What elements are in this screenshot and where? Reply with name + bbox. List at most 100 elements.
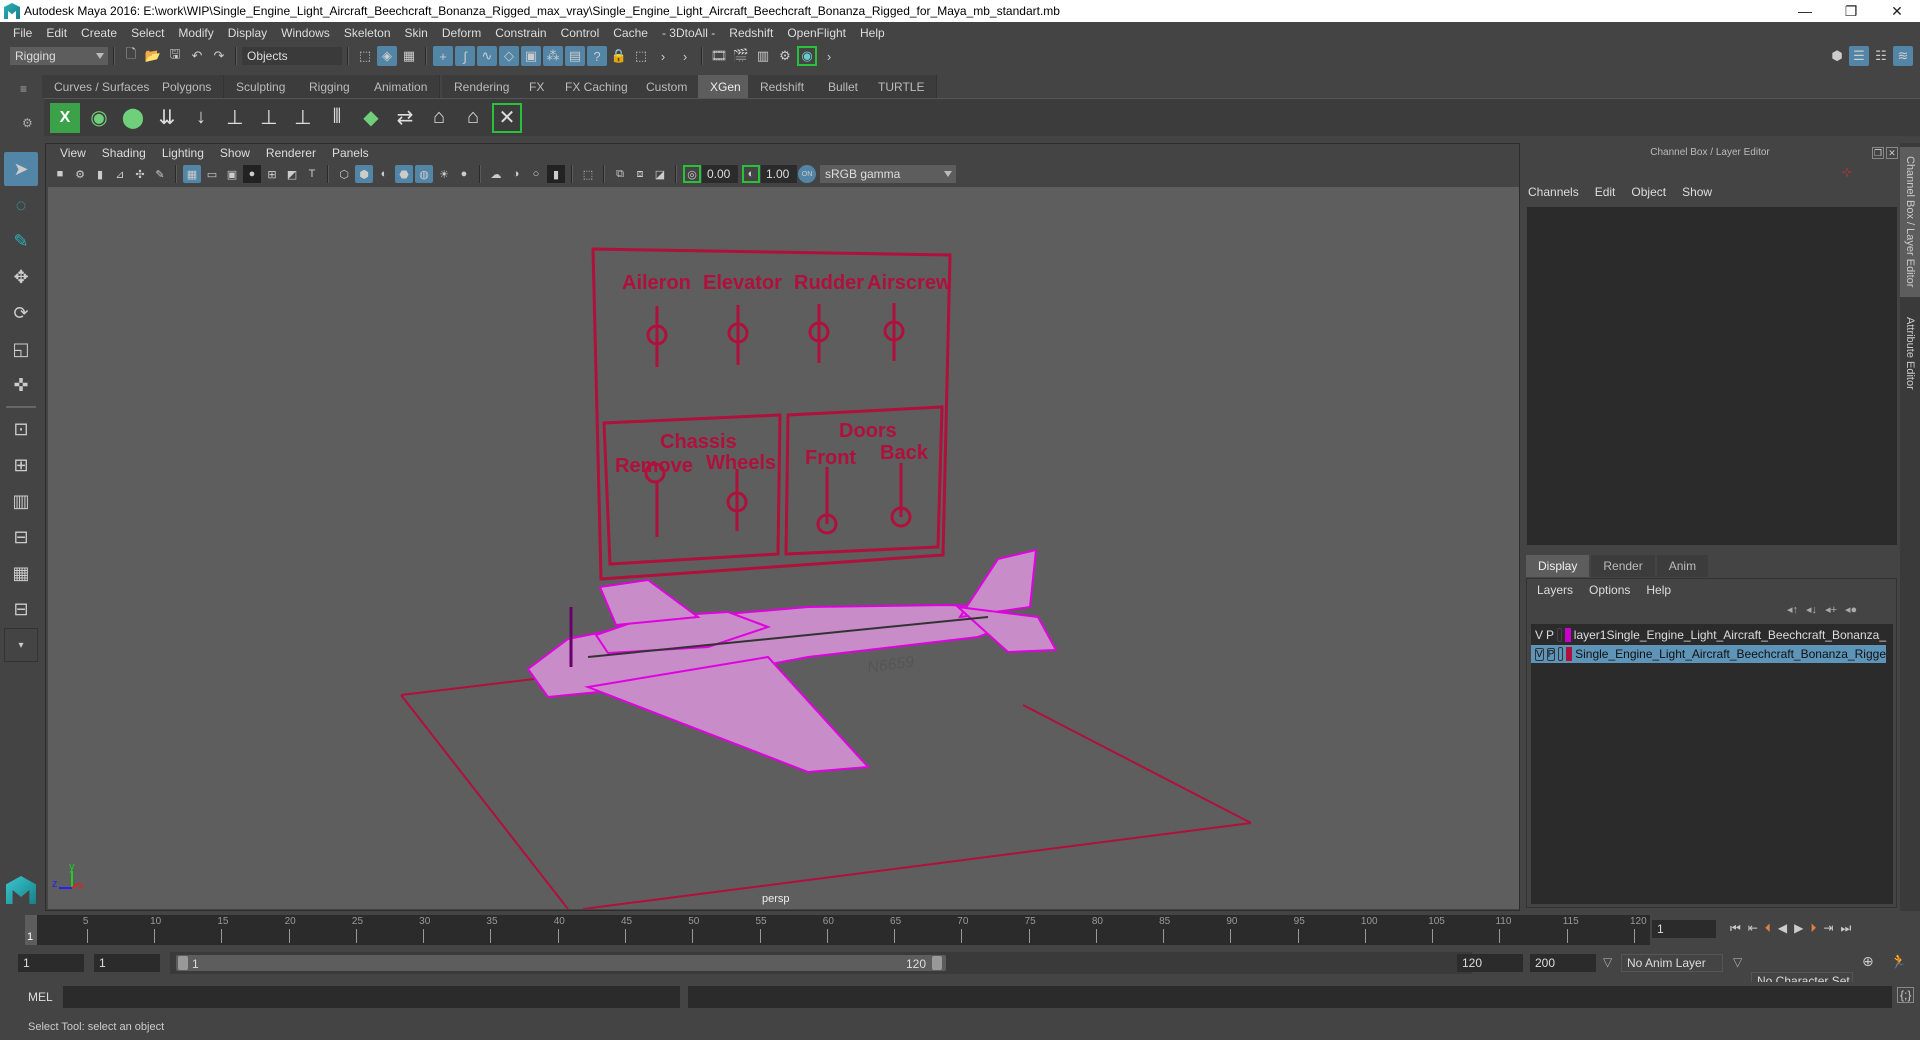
- command-input[interactable]: [63, 986, 680, 1008]
- snap-grid-icon[interactable]: +: [433, 46, 453, 66]
- default-material-icon[interactable]: ◐: [375, 165, 393, 183]
- view-transform-dropdown[interactable]: sRGB gamma: [820, 165, 956, 183]
- channels-show-menu[interactable]: Show: [1682, 185, 1712, 199]
- menu-help[interactable]: Help: [853, 26, 892, 40]
- chevron-right-icon[interactable]: ›: [653, 46, 673, 66]
- open-scene-icon[interactable]: 📂: [143, 46, 163, 66]
- step-forward-frame-icon[interactable]: ⏵: [1810, 921, 1816, 936]
- isolate-select-icon[interactable]: ⬚: [579, 165, 597, 183]
- grid-icon[interactable]: ▦: [183, 165, 201, 183]
- paint-select-tool-icon[interactable]: ✎: [4, 224, 38, 258]
- xray-components-icon[interactable]: ◪: [651, 165, 669, 183]
- render-settings-icon[interactable]: ⚙: [775, 46, 795, 66]
- shelf-tab-animation[interactable]: Animation: [362, 75, 441, 98]
- select-object-icon[interactable]: ◈: [377, 46, 397, 66]
- character-set-dropdown-arrow[interactable]: ▽: [1733, 955, 1742, 969]
- shelf-tab-polygons[interactable]: Polygons: [150, 75, 225, 98]
- chevron-right-icon[interactable]: ›: [675, 46, 695, 66]
- menu-set-dropdown[interactable]: Rigging: [10, 47, 108, 65]
- menu-3dtoall[interactable]: - 3DtoAll -: [655, 26, 722, 40]
- resolution-gate-icon[interactable]: ▣: [223, 165, 241, 183]
- safe-action-icon[interactable]: ◩: [283, 165, 301, 183]
- current-frame-field[interactable]: 1: [1652, 920, 1716, 938]
- layer-tab-display[interactable]: Display: [1526, 555, 1590, 577]
- menu-deform[interactable]: Deform: [435, 26, 488, 40]
- shadows-icon[interactable]: ●: [455, 165, 473, 183]
- camera-select-icon[interactable]: ■: [51, 165, 69, 183]
- channels-edit-menu[interactable]: Edit: [1595, 185, 1616, 199]
- xgen-clear-icon[interactable]: ⬤: [118, 103, 148, 133]
- step-back-key-icon[interactable]: ⇤: [1748, 921, 1758, 936]
- playback-end-field[interactable]: 120: [1457, 954, 1523, 972]
- move-layer-up-icon[interactable]: ◂↑: [1787, 603, 1798, 616]
- shelf-tab-redshift[interactable]: Redshift: [748, 75, 818, 98]
- color-management-icon[interactable]: ON: [798, 165, 816, 183]
- make-live-icon[interactable]: ▣: [521, 46, 541, 66]
- modeling-toolkit-icon[interactable]: ⬢: [1827, 46, 1847, 66]
- menu-modify[interactable]: Modify: [171, 26, 220, 40]
- xray-icon[interactable]: ⧉: [611, 165, 629, 183]
- panel-menu-view[interactable]: View: [52, 146, 94, 160]
- range-start-handle[interactable]: [178, 956, 188, 970]
- grease-pencil-icon[interactable]: ✎: [151, 165, 169, 183]
- anim-layer-dropdown[interactable]: No Anim Layer: [1621, 954, 1723, 972]
- xgen-editor-icon[interactable]: X: [50, 102, 80, 133]
- add-guides-icon[interactable]: ⇊: [152, 103, 182, 133]
- menu-skeleton[interactable]: Skeleton: [337, 26, 398, 40]
- shelf-settings-icon[interactable]: ⚙: [22, 116, 33, 130]
- layer-color-swatch[interactable]: [1566, 647, 1573, 661]
- textured-icon[interactable]: ◍: [415, 165, 433, 183]
- xgen-toggle-icon[interactable]: ✕: [492, 102, 522, 133]
- redo-icon[interactable]: ↷: [209, 46, 229, 66]
- undo-icon[interactable]: ↶: [187, 46, 207, 66]
- command-language-label[interactable]: MEL: [28, 990, 53, 1004]
- depth-of-field-icon[interactable]: ▮: [547, 165, 565, 183]
- shelf-tab-custom[interactable]: Custom: [634, 75, 701, 98]
- step-forward-key-icon[interactable]: ⇥: [1823, 921, 1833, 936]
- render-view-icon[interactable]: 🎞: [709, 46, 729, 66]
- selection-mask-dropdown[interactable]: Objects: [242, 47, 342, 65]
- smooth-shade-icon[interactable]: ⬢: [355, 165, 373, 183]
- anim-layer-dropdown-arrow[interactable]: ▽: [1603, 955, 1612, 969]
- attribute-editor-toggle-icon[interactable]: ☰: [1849, 46, 1869, 66]
- new-layer-from-selection-icon[interactable]: ◂●: [1845, 603, 1857, 616]
- exposure-field[interactable]: 0.00: [702, 165, 738, 183]
- shelf-tab-curves-surfaces[interactable]: Curves / Surfaces: [42, 75, 163, 98]
- new-scene-icon[interactable]: 🗋: [121, 46, 141, 66]
- move-layer-down-icon[interactable]: ◂↓: [1806, 603, 1817, 616]
- layer-row[interactable]: V P layer1Single_Engine_Light_Aircraft_B…: [1531, 626, 1886, 644]
- shelf-tab-rendering[interactable]: Rendering: [442, 75, 523, 98]
- menu-cache[interactable]: Cache: [606, 26, 655, 40]
- side-tab-channel-box[interactable]: Channel Box / Layer Editor: [1900, 147, 1920, 297]
- snap-point-icon[interactable]: ∿: [477, 46, 497, 66]
- menu-control[interactable]: Control: [554, 26, 607, 40]
- shelf-tab-fx[interactable]: FX: [517, 75, 558, 98]
- 2d-pan-zoom-icon[interactable]: ✣: [131, 165, 149, 183]
- menu-select[interactable]: Select: [124, 26, 171, 40]
- layer-display-type-toggle[interactable]: [1557, 628, 1562, 642]
- menu-skin[interactable]: Skin: [398, 26, 435, 40]
- save-scene-icon[interactable]: 🖫: [165, 46, 185, 66]
- layer-playback-toggle[interactable]: P: [1546, 647, 1556, 661]
- step-back-frame-icon[interactable]: ⏴: [1765, 921, 1771, 936]
- go-to-start-icon[interactable]: ⏮: [1730, 921, 1741, 936]
- shelf-tab-fx-caching[interactable]: FX Caching: [553, 75, 641, 98]
- persp-outliner-graph-layout-icon[interactable]: ⊟: [4, 592, 38, 626]
- panel-menu-renderer[interactable]: Renderer: [258, 146, 324, 160]
- select-tool-icon[interactable]: ➤: [4, 152, 38, 186]
- wireframe-icon[interactable]: ⬡: [335, 165, 353, 183]
- channels-menu[interactable]: Channels: [1528, 185, 1579, 199]
- image-plane-icon[interactable]: ⊿: [111, 165, 129, 183]
- lock-guide-icon[interactable]: ⊥: [288, 103, 318, 133]
- side-tab-attribute-editor[interactable]: Attribute Editor: [1900, 303, 1920, 403]
- lock-icon[interactable]: 🔒: [609, 46, 629, 66]
- field-chart-icon[interactable]: ⊞: [263, 165, 281, 183]
- panel-menu-show[interactable]: Show: [212, 146, 258, 160]
- close-panel-icon[interactable]: ✕: [1886, 147, 1898, 159]
- close-button[interactable]: ✕: [1874, 0, 1920, 22]
- exposure-icon[interactable]: ◎: [683, 165, 701, 183]
- hypershade-persp-layout-icon[interactable]: ▦: [4, 556, 38, 590]
- snap-view-plane-icon[interactable]: ◇: [499, 46, 519, 66]
- go-to-end-icon[interactable]: ⏭: [1840, 921, 1851, 936]
- layer-display-type-toggle[interactable]: [1558, 647, 1564, 661]
